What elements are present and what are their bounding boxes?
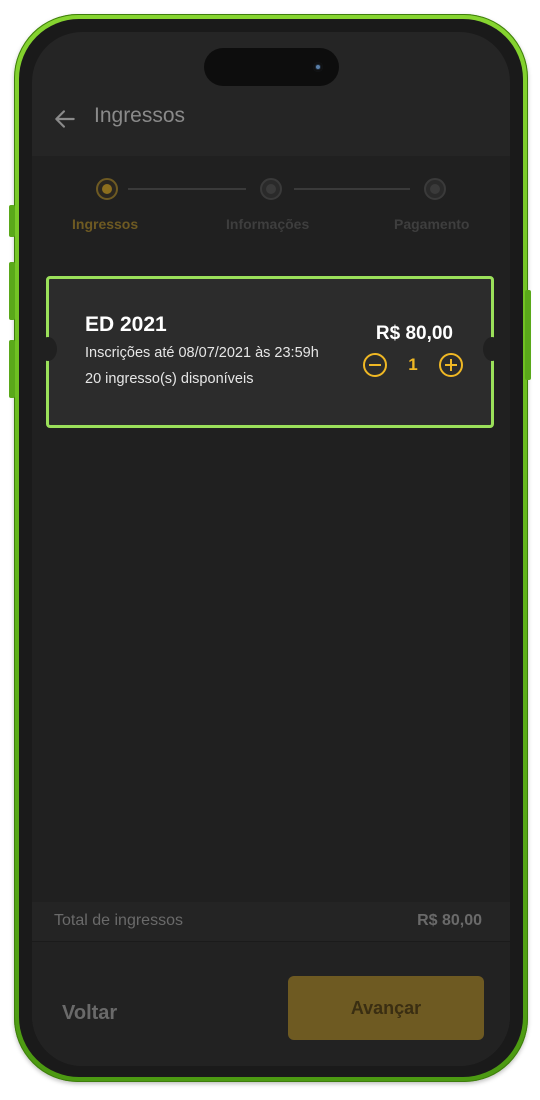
ticket-card[interactable]: ED 2021 Inscrições até 08/07/2021 às 23:… [39,276,501,428]
back-button[interactable]: Voltar [62,982,172,1044]
main-content: Ingressos Informações Pagamento ED 2021 … [32,156,510,902]
step-pagamento-dot [424,178,446,200]
ticket-availability: 20 ingresso(s) disponíveis [85,371,254,387]
dynamic-island [204,48,339,86]
step-informacoes-dot [260,178,282,200]
power-button [525,290,531,380]
total-label: Total de ingressos [54,912,183,929]
step-ingressos-dot [96,178,118,200]
total-value: R$ 80,00 [417,912,482,929]
ticket-price: R$ 80,00 [375,323,453,344]
ticket-deadline: Inscrições até 08/07/2021 às 23:59h [85,345,319,361]
volume-up-button [9,262,15,320]
silent-switch [9,205,15,237]
step-connector [294,188,410,190]
phone-screen: Ingressos Ingressos Informações Pagament… [32,32,510,1066]
step-informacoes-label: Informações [226,216,310,232]
progress-stepper: Ingressos Informações Pagamento [32,178,510,242]
ticket-name: ED 2021 [85,313,167,336]
total-bar: Total de ingressos R$ 80,00 [32,902,510,942]
quantity-stepper: 1 [363,353,463,377]
plus-circle-icon[interactable] [439,353,463,377]
page-title: Ingressos [94,104,186,127]
arrow-left-icon[interactable] [52,106,78,132]
camera-icon [313,62,323,72]
step-connector [128,188,246,190]
footer-actions: Voltar Avançar [32,942,510,1066]
app-header: Ingressos [32,92,510,156]
step-ingressos-label: Ingressos [72,216,139,232]
step-pagamento-label: Pagamento [394,216,470,232]
volume-down-button [9,340,15,398]
next-button[interactable]: Avançar [288,976,484,1040]
